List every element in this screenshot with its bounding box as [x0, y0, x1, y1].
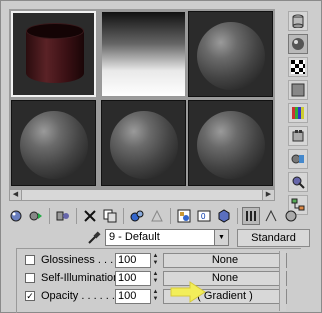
side-toolbar	[288, 11, 310, 218]
reset-map-icon[interactable]	[81, 207, 99, 225]
material-name-value: 9 - Default	[109, 231, 160, 243]
pick-from-object-icon[interactable]	[282, 207, 300, 225]
get-material-icon[interactable]	[7, 207, 25, 225]
sphere-preview	[20, 111, 88, 179]
video-color-check-icon[interactable]	[288, 103, 308, 123]
scroll-left-icon[interactable]: ◀	[10, 190, 22, 200]
go-to-parent-icon[interactable]	[242, 207, 260, 225]
sample-slot-4[interactable]	[11, 100, 96, 186]
property-row-glossiness: Glossiness . . . . 100 ▲ ▼ None	[25, 253, 295, 269]
show-end-result-icon[interactable]	[215, 207, 233, 225]
arrow-pointer-icon	[170, 281, 206, 303]
scroll-right-icon[interactable]: ▶	[262, 190, 274, 200]
select-by-material-icon[interactable]	[288, 172, 308, 192]
property-row-self-illumination: Self-Illumination . 100 ▲ ▼ None	[25, 271, 295, 287]
rollout-scrollbar[interactable]	[279, 251, 286, 311]
put-to-library-icon[interactable]	[148, 207, 166, 225]
sample-slot-1[interactable]	[11, 11, 96, 97]
show-map-in-viewport-icon[interactable]: 0	[195, 207, 213, 225]
opacity-amount-input[interactable]: 100	[115, 289, 151, 304]
glossiness-checkbox[interactable]	[25, 255, 35, 265]
slots-scrollbar[interactable]: ◀ ▶	[9, 189, 275, 201]
self-illumination-amount-input[interactable]: 100	[115, 271, 151, 286]
go-forward-to-sibling-icon[interactable]	[262, 207, 280, 225]
self-illumination-checkbox[interactable]	[25, 273, 35, 283]
self-illumination-label: Self-Illumination .	[41, 272, 126, 284]
opacity-checkbox[interactable]: ✓	[25, 291, 35, 301]
sample-slots	[9, 9, 275, 189]
svg-text:0: 0	[201, 212, 206, 221]
spinner-arrows-icon[interactable]: ▲ ▼	[151, 271, 160, 286]
put-to-scene-icon[interactable]	[27, 207, 45, 225]
property-row-opacity: ✓ Opacity . . . . . . . 100 ▲ ▼ ( Gradien…	[25, 289, 295, 305]
sample-slot-6[interactable]	[188, 100, 273, 186]
bottom-toolbar: 0	[7, 205, 317, 227]
sample-type-icon[interactable]	[288, 11, 308, 31]
background-checker-icon[interactable]	[288, 57, 308, 77]
options-icon[interactable]	[288, 149, 308, 169]
sphere-preview	[197, 22, 265, 90]
assign-to-selection-icon[interactable]	[54, 207, 72, 225]
spinner-arrows-icon[interactable]: ▲ ▼	[151, 253, 160, 268]
spinner-arrows-icon[interactable]: ▲ ▼	[151, 289, 160, 304]
sphere-preview	[110, 111, 178, 179]
chevron-down-icon[interactable]: ▼	[214, 230, 228, 245]
backlight-icon[interactable]	[288, 34, 308, 54]
sample-slot-5[interactable]	[101, 100, 186, 186]
material-editor: ◀ ▶ 0 9 - Default ▼ Standard Glossiness …	[0, 0, 322, 313]
opacity-label: Opacity . . . . . . .	[41, 290, 122, 302]
make-preview-icon[interactable]	[288, 126, 308, 146]
sample-slot-2[interactable]	[101, 11, 186, 97]
material-name-field[interactable]: 9 - Default ▼	[105, 229, 229, 246]
cylinder-preview	[26, 23, 84, 87]
eyedropper-icon[interactable]	[87, 231, 101, 248]
maps-rollout: Glossiness . . . . 100 ▲ ▼ None Self-Illu…	[16, 248, 301, 313]
glossiness-label: Glossiness . . . .	[41, 254, 120, 266]
material-type-button[interactable]: Standard	[237, 229, 310, 247]
material-effects-channel-icon[interactable]	[175, 207, 193, 225]
glossiness-amount-input[interactable]: 100	[115, 253, 151, 268]
sample-slot-3[interactable]	[188, 11, 273, 97]
make-unique-icon[interactable]	[128, 207, 146, 225]
material-name-row: 9 - Default ▼ Standard	[9, 229, 310, 249]
glossiness-map-button[interactable]: None	[163, 253, 287, 268]
sample-uv-icon[interactable]	[288, 80, 308, 100]
sphere-preview	[197, 111, 265, 179]
copy-material-icon[interactable]	[101, 207, 119, 225]
